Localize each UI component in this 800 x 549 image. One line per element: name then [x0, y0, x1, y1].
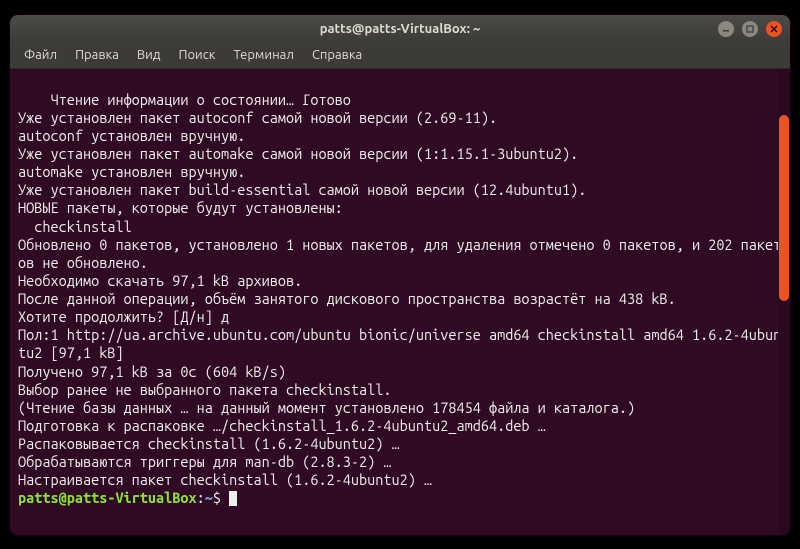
terminal-line: Настраивается пакет checkinstall (1.6.2-… — [18, 471, 432, 488]
terminal-line: automake установлен вручную. — [18, 163, 245, 180]
maximize-button[interactable] — [742, 21, 758, 37]
terminal-line: Обновлено 0 пакетов, установлено 1 новых… — [18, 236, 781, 271]
terminal-window: patts@patts-VirtualBox: ~ Файл Правка Ви… — [10, 15, 790, 535]
close-button[interactable] — [766, 21, 782, 37]
terminal-line: Выбор ранее не выбранного пакета checkin… — [18, 381, 392, 398]
window-controls — [718, 21, 790, 37]
menu-help[interactable]: Справка — [304, 45, 370, 65]
minimize-button[interactable] — [718, 21, 734, 37]
terminal-line: Уже установлен пакет build-essential сам… — [18, 181, 586, 198]
window-title: patts@patts-VirtualBox: ~ — [10, 22, 790, 36]
scrollbar[interactable] — [778, 69, 790, 535]
terminal-line: Уже установлен пакет automake самой ново… — [18, 145, 578, 162]
prompt-path: ~ — [205, 489, 213, 506]
terminal-line: Чтение информации о состоянии… Готово — [50, 91, 350, 108]
terminal-output[interactable]: Чтение информации о состоянии… Готово Уж… — [10, 69, 790, 535]
titlebar: patts@patts-VirtualBox: ~ — [10, 15, 790, 43]
terminal-line: Необходимо скачать 97,1 kB архивов. — [18, 272, 302, 289]
terminal-line: Пол:1 http://ua.archive.ubuntu.com/ubunt… — [18, 326, 781, 361]
terminal-line: Получено 97,1 kB за 0с (604 kB/s) — [18, 363, 286, 380]
cursor — [229, 491, 237, 506]
terminal-line: Подготовка к распаковке …/checkinstall_1… — [18, 417, 546, 434]
terminal-line: НОВЫЕ пакеты, которые будут установлены: — [18, 199, 343, 216]
terminal-line: Хотите продолжить? [Д/н] д — [18, 308, 229, 325]
maximize-icon — [746, 25, 754, 33]
menubar: Файл Правка Вид Поиск Терминал Справка — [10, 43, 790, 69]
menu-terminal[interactable]: Терминал — [225, 45, 301, 65]
prompt-dollar: $ — [213, 489, 229, 506]
minimize-icon — [722, 25, 730, 33]
terminal-line: Уже установлен пакет autoconf самой ново… — [18, 109, 497, 126]
terminal-line: После данной операции, объём занятого ди… — [18, 290, 676, 307]
terminal-line: (Чтение базы данных … на данный момент у… — [18, 399, 635, 416]
menu-edit[interactable]: Правка — [67, 45, 127, 65]
terminal-line: Распаковывается checkinstall (1.6.2-4ubu… — [18, 435, 400, 452]
prompt-sep: : — [197, 489, 205, 506]
terminal-line: autoconf установлен вручную. — [18, 127, 245, 144]
scrollbar-thumb[interactable] — [779, 115, 789, 301]
terminal-line: Обрабатываются триггеры для man-db (2.8.… — [18, 453, 392, 470]
menu-file[interactable]: Файл — [16, 45, 65, 65]
menu-search[interactable]: Поиск — [170, 45, 223, 65]
terminal-line: checkinstall — [18, 218, 132, 235]
close-icon — [770, 25, 778, 33]
menu-view[interactable]: Вид — [129, 45, 169, 65]
prompt-user-host: patts@patts-VirtualBox — [18, 489, 197, 506]
